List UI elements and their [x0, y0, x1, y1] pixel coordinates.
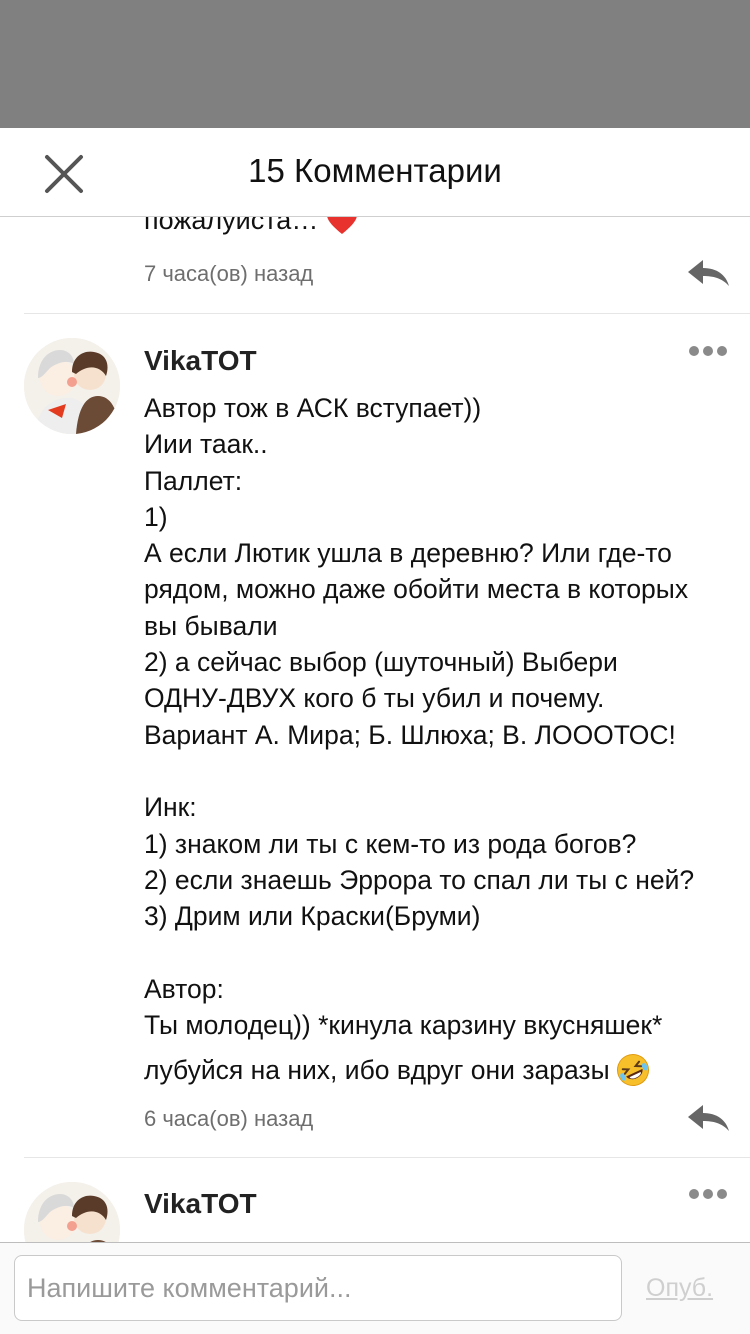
comment-line: вы бывали — [144, 610, 278, 641]
comments-header: 15 Комментарии — [0, 128, 750, 217]
comment-line: лубуйся на них, ибо вдруг они заразы — [144, 1054, 610, 1085]
comment-blank-line — [144, 934, 734, 970]
reply-icon[interactable] — [686, 1103, 730, 1133]
comment-line: Иии таак.. — [144, 429, 268, 460]
comment-line: рядом, можно даже обойти места в которых — [144, 574, 689, 605]
comment-line: ОДНУ-ДВУХ кого б ты убил и почему. — [144, 683, 605, 714]
comment-line: Вариант А. Мира; Б. Шлюха; В. ЛОООТОС! — [144, 719, 676, 750]
comment-line: Ты молодец)) *кинула карзину вкусняшек* — [144, 1010, 663, 1041]
comment-line: А если Лютик ушла в деревню? Или где-то — [144, 538, 672, 569]
comment-line: Автор тож в АСК вступает)) — [144, 393, 482, 423]
comment-input[interactable] — [14, 1255, 622, 1321]
comment-timestamp: 7 часа(ов) назад — [144, 261, 314, 286]
comment-line: Автор: — [144, 973, 224, 1004]
reply-icon[interactable] — [686, 258, 730, 288]
avatar[interactable] — [24, 338, 120, 434]
comment-timestamp: 6 часа(ов) назад — [144, 1106, 314, 1131]
comment-divider — [24, 1157, 750, 1158]
comment-line: Инк: — [144, 792, 197, 823]
comment-blank-line — [144, 753, 734, 789]
rolling-laughing-emoji-icon — [616, 1054, 649, 1086]
comment-composer: Опуб. — [0, 1242, 750, 1334]
heart-icon — [327, 217, 357, 234]
comment-text: Автор тож в АСК вступает)) Иии таак.. Па… — [144, 390, 734, 1043]
comment-line: 1) знаком ли ты с кем-то из рода богов? — [144, 828, 637, 859]
previous-comment-tail: пожалуйста… — [144, 217, 319, 235]
comment-line: 2) а сейчас выбор (шуточный) Выбери — [144, 647, 618, 678]
previous-comment-text: пожалуйста… — [144, 217, 358, 236]
comments-sheet: 15 Комментарии пожалуйста… 7 часа(ов) на… — [0, 128, 750, 1334]
avatar[interactable] — [24, 1182, 120, 1242]
comment-line: 1) — [144, 501, 168, 532]
comment-username[interactable]: VikaTOT — [144, 1188, 257, 1220]
comment-username[interactable]: VikaTOT — [144, 345, 257, 377]
comments-list[interactable]: пожалуйста… 7 часа(ов) назад VikaTOT Авт… — [0, 217, 750, 1242]
more-options-icon[interactable] — [688, 1188, 728, 1200]
publish-button[interactable]: Опуб. — [646, 1274, 713, 1303]
dimmed-background-overlay[interactable] — [0, 0, 750, 128]
comment-line: Паллет: — [144, 465, 243, 496]
comment-line: 3) Дрим или Краски(Бруми) — [144, 901, 481, 932]
more-options-icon[interactable] — [688, 345, 728, 357]
avatar-image — [24, 338, 120, 434]
page-title: 15 Комментарии — [248, 152, 502, 189]
comment-line: 2) если знаешь Эррора то спал ли ты с не… — [144, 864, 695, 895]
comment-last-line: лубуйся на них, ибо вдруг они заразы — [144, 1053, 650, 1087]
avatar-image — [24, 1182, 120, 1242]
comment-divider — [24, 313, 750, 314]
